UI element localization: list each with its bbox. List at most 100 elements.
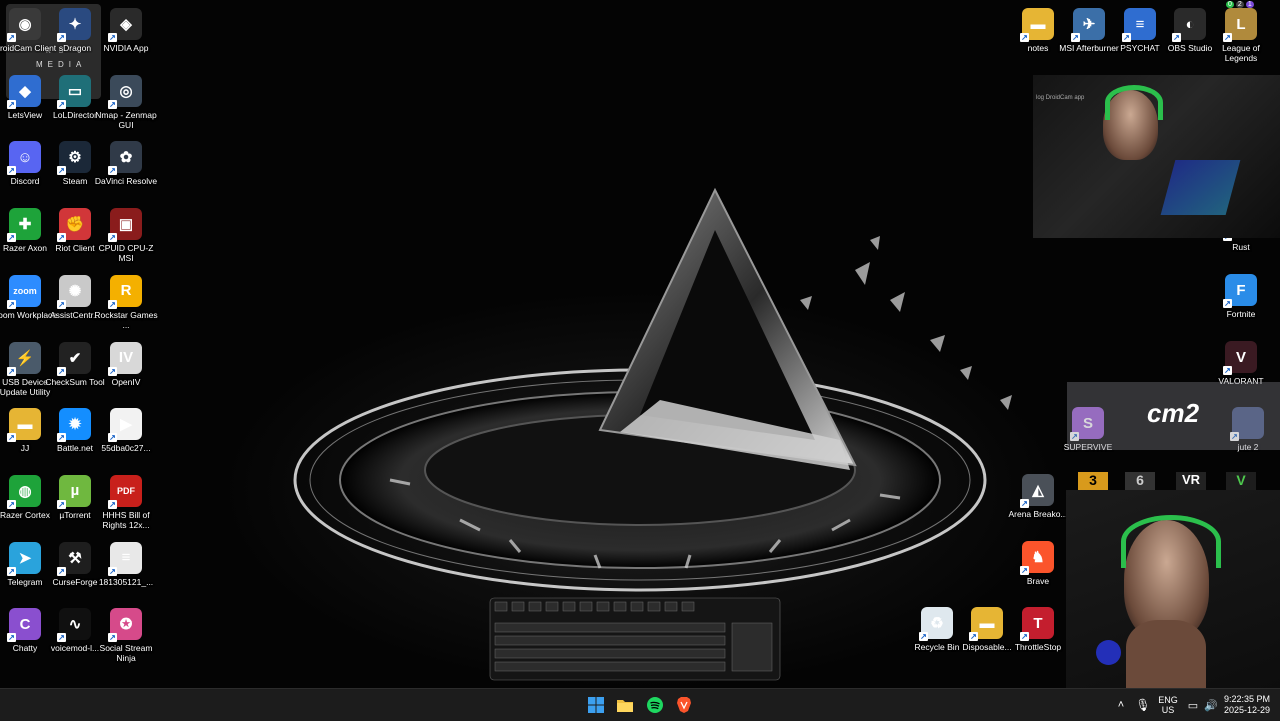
letsview-icon: ◆ ↗ bbox=[7, 74, 41, 109]
brave-button[interactable] bbox=[672, 693, 696, 717]
desktop-icon-right[interactable]: F ↗ Fortnite bbox=[1208, 270, 1274, 336]
language-indicator[interactable]: ENG US bbox=[1155, 689, 1181, 721]
social-stream-icon: ✪ ↗ bbox=[108, 608, 142, 643]
microphone-icon[interactable]: 🎙 bbox=[1134, 689, 1152, 721]
headset-icon bbox=[1121, 515, 1221, 568]
keyboard-layout: US bbox=[1161, 705, 1175, 715]
pdf-icon: PDF ↗ bbox=[108, 474, 142, 509]
notification-badges: 0 2 1 bbox=[1226, 1, 1254, 8]
nvidia-icon: ◈ ↗ bbox=[108, 8, 142, 42]
desktop-icon-label: League of Legends bbox=[1222, 43, 1260, 63]
cm2-text: cm2 bbox=[1147, 398, 1200, 428]
shortcut-arrow-icon: ↗ bbox=[7, 499, 16, 509]
headset-icon bbox=[1105, 85, 1163, 120]
desktop-icon-left[interactable]: ◎ ↗ Nmap - Zenmap GUI bbox=[93, 71, 159, 137]
telegram-icon: ➤ ↗ bbox=[7, 541, 41, 576]
shortcut-arrow-icon: ↗ bbox=[57, 499, 66, 509]
notification-badge: 2 bbox=[1235, 1, 1244, 8]
start-button[interactable] bbox=[584, 693, 608, 717]
document-icon: ≡ ↗ bbox=[108, 541, 142, 576]
desktop-icon-right[interactable]: ♞ ↗ Brave bbox=[1005, 537, 1071, 603]
shortcut-arrow-icon: ↗ bbox=[57, 566, 66, 576]
shortcut-arrow-icon: ↗ bbox=[57, 166, 66, 176]
shortcut-arrow-icon: ↗ bbox=[969, 632, 978, 641]
spotify-button[interactable] bbox=[643, 693, 667, 717]
battlenet-icon: ✹ ↗ bbox=[57, 408, 91, 443]
desktop-icon-left[interactable]: ✿ ↗ DaVinci Resolve bbox=[93, 137, 159, 203]
clock-date: 2025-12-29 bbox=[1223, 705, 1271, 715]
doc-file-icon: ≡ ↗ bbox=[1122, 8, 1156, 42]
shortcut-arrow-icon: ↗ bbox=[108, 366, 117, 376]
chatty-icon: C ↗ bbox=[7, 608, 41, 643]
show-hidden-icons-button[interactable]: ˄ bbox=[1112, 689, 1130, 721]
shortcut-arrow-icon: ↗ bbox=[1020, 499, 1029, 508]
openiv-icon: IV ↗ bbox=[108, 341, 142, 376]
desktop-icon-left[interactable]: ▣ ↗ CPUID CPU-Z MSI bbox=[93, 204, 159, 270]
utorrent-icon: µ ↗ bbox=[57, 474, 91, 509]
recycle-bin-icon: ♻ ↗ bbox=[919, 607, 953, 641]
razer-axon-icon: ✚ ↗ bbox=[7, 208, 41, 243]
desktop-icon-label: Fortnite bbox=[1226, 309, 1256, 319]
clock[interactable]: 9:22:35 PM 2025-12-29 bbox=[1222, 689, 1272, 721]
zoom-icon: zoom ↗ bbox=[7, 274, 41, 309]
shortcut-arrow-icon: ↗ bbox=[7, 233, 16, 243]
network-icon[interactable]: ▭ bbox=[1185, 689, 1201, 721]
razer-cortex-icon: ◍ ↗ bbox=[7, 474, 41, 509]
droidcam-icon: ◉ ↗ bbox=[7, 8, 41, 42]
cm2-overlay: cm2 bbox=[1067, 382, 1280, 450]
desktop-icon-left[interactable]: ✪ ↗ Social Stream Ninja bbox=[93, 604, 159, 670]
desktop-icon-label: ThrottleStop bbox=[1014, 642, 1062, 652]
desktop-icon-right[interactable]: T ↗ ThrottleStop bbox=[1005, 603, 1071, 669]
shortcut-arrow-icon: ↗ bbox=[1223, 366, 1232, 375]
desktop-icon-label: 55dba0c27... bbox=[101, 443, 151, 454]
spotify-icon bbox=[647, 697, 663, 713]
shortcut-arrow-icon: ↗ bbox=[1020, 33, 1029, 42]
nmap-eye-icon: ◎ ↗ bbox=[108, 74, 142, 109]
shortcut-arrow-icon: ↗ bbox=[108, 433, 117, 443]
shortcut-arrow-icon: ↗ bbox=[1223, 299, 1232, 308]
desktop-icon-label: DaVinci Resolve bbox=[94, 176, 158, 187]
desktop-icon-label: Rockstar Games ... bbox=[94, 309, 158, 330]
desktop-icon-right[interactable]: L ↗ League of Legends bbox=[1208, 4, 1274, 70]
dragon-icon: ✦ ↗ bbox=[57, 8, 91, 42]
shortcut-arrow-icon: ↗ bbox=[7, 99, 16, 109]
folder-icon: ▬ ↗ bbox=[1020, 8, 1054, 42]
usb-icon: ⚡ ↗ bbox=[7, 341, 41, 376]
shortcut-arrow-icon: ↗ bbox=[1122, 33, 1131, 42]
shortcut-arrow-icon: ↗ bbox=[108, 33, 117, 42]
shortcut-arrow-icon: ↗ bbox=[7, 33, 16, 42]
throttlestop-icon: T ↗ bbox=[1020, 607, 1054, 641]
desktop-icon-left[interactable]: ◈ ↗ NVIDIA App bbox=[93, 4, 159, 70]
obs-icon: ◐ ↗ bbox=[1172, 8, 1206, 42]
riot-icon: ✊ ↗ bbox=[57, 208, 91, 243]
blue-light bbox=[1096, 640, 1121, 665]
shortcut-arrow-icon: ↗ bbox=[57, 299, 66, 309]
video-file-icon: ▶ ↗ bbox=[108, 408, 142, 443]
shortcut-arrow-icon: ↗ bbox=[1020, 566, 1029, 575]
desktop-icon-left[interactable]: ≡ ↗ 181305121_... bbox=[93, 538, 159, 604]
webcam-overlay-top: log DroidCam app bbox=[1033, 75, 1280, 238]
desktop-icon-left[interactable]: ▶ ↗ 55dba0c27... bbox=[93, 404, 159, 470]
checksum-icon: ✔ ↗ bbox=[57, 341, 91, 376]
language-code: ENG bbox=[1158, 695, 1178, 705]
shortcut-arrow-icon: ↗ bbox=[7, 166, 16, 176]
curseforge-icon: ⚒ ↗ bbox=[57, 541, 91, 576]
voicemod-icon: ∿ ↗ bbox=[57, 608, 91, 643]
arena-breakout-icon: ◭ ↗ bbox=[1020, 474, 1054, 508]
notification-badge: 1 bbox=[1245, 1, 1254, 8]
desktop-icon-right[interactable]: ◭ ↗ Arena Breako... bbox=[1005, 470, 1071, 536]
steam-icon: ⚙ ↗ bbox=[57, 141, 91, 176]
desktop-icon-left[interactable]: R ↗ Rockstar Games ... bbox=[93, 271, 159, 337]
shortcut-arrow-icon: ↗ bbox=[7, 566, 16, 576]
hand-silhouette bbox=[1126, 620, 1206, 688]
shortcut-arrow-icon: ↗ bbox=[1020, 632, 1029, 641]
shortcut-arrow-icon: ↗ bbox=[108, 233, 117, 243]
volume-icon[interactable]: 🔊 bbox=[1203, 689, 1219, 721]
desktop-icon-label: Rust bbox=[1232, 242, 1250, 252]
file-explorer-button[interactable] bbox=[613, 693, 637, 717]
shortcut-arrow-icon: ↗ bbox=[7, 299, 16, 309]
clock-time: 9:22:35 PM bbox=[1223, 694, 1271, 704]
desktop-icon-left[interactable]: PDF ↗ HHHS Bill of Rights 12x... bbox=[93, 471, 159, 537]
shortcut-arrow-icon: ↗ bbox=[7, 633, 16, 643]
desktop-icon-left[interactable]: IV ↗ OpenIV bbox=[93, 338, 159, 404]
